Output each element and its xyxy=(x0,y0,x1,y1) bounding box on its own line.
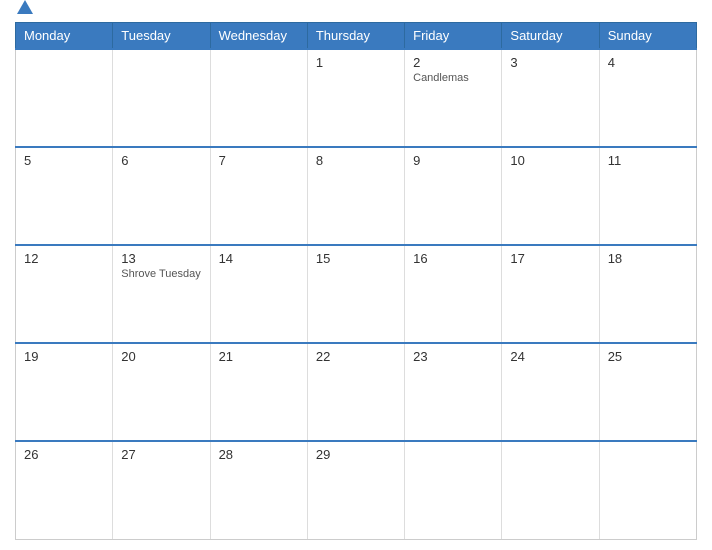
calendar-week-row: 12 13 Shrove Tuesday 14 15 16 17 18 xyxy=(16,245,697,343)
day-number: 3 xyxy=(510,55,590,70)
calendar-week-row: 19 20 21 22 23 24 25 xyxy=(16,343,697,441)
calendar-cell xyxy=(405,441,502,539)
day-number: 18 xyxy=(608,251,688,266)
day-number: 5 xyxy=(24,153,104,168)
calendar-cell: 8 xyxy=(307,147,404,245)
day-number: 29 xyxy=(316,447,396,462)
day-number: 19 xyxy=(24,349,104,364)
weekday-header: Saturday xyxy=(502,23,599,50)
day-number: 15 xyxy=(316,251,396,266)
calendar-cell: 12 xyxy=(16,245,113,343)
calendar-week-row: 5 6 7 8 9 10 11 xyxy=(16,147,697,245)
day-number: 11 xyxy=(608,153,688,168)
calendar-cell: 16 xyxy=(405,245,502,343)
day-number: 2 xyxy=(413,55,493,70)
calendar-cell: 28 xyxy=(210,441,307,539)
calendar-cell: 10 xyxy=(502,147,599,245)
calendar-cell: 11 xyxy=(599,147,696,245)
day-number: 17 xyxy=(510,251,590,266)
day-number: 23 xyxy=(413,349,493,364)
calendar-cell xyxy=(210,49,307,147)
day-number: 14 xyxy=(219,251,299,266)
calendar-cell: 14 xyxy=(210,245,307,343)
calendar-cell: 25 xyxy=(599,343,696,441)
day-number: 25 xyxy=(608,349,688,364)
day-number: 16 xyxy=(413,251,493,266)
calendar-header xyxy=(15,10,697,14)
day-number: 12 xyxy=(24,251,104,266)
calendar-cell: 24 xyxy=(502,343,599,441)
calendar-week-row: 1 2 Candlemas 3 4 xyxy=(16,49,697,147)
calendar-week-row: 26 27 28 29 xyxy=(16,441,697,539)
calendar-cell xyxy=(16,49,113,147)
calendar-cell: 1 xyxy=(307,49,404,147)
calendar-cell: 17 xyxy=(502,245,599,343)
logo-triangle-icon xyxy=(17,0,33,14)
day-number: 7 xyxy=(219,153,299,168)
day-number: 1 xyxy=(316,55,396,70)
day-number: 21 xyxy=(219,349,299,364)
calendar-cell xyxy=(502,441,599,539)
calendar-container: MondayTuesdayWednesdayThursdayFridaySatu… xyxy=(0,0,712,550)
weekday-header: Tuesday xyxy=(113,23,210,50)
weekday-header: Sunday xyxy=(599,23,696,50)
day-number: 26 xyxy=(24,447,104,462)
calendar-cell: 6 xyxy=(113,147,210,245)
holiday-name: Shrove Tuesday xyxy=(121,268,201,280)
calendar-cell: 19 xyxy=(16,343,113,441)
weekday-header: Wednesday xyxy=(210,23,307,50)
logo xyxy=(15,10,33,14)
calendar-cell xyxy=(113,49,210,147)
calendar-cell: 13 Shrove Tuesday xyxy=(113,245,210,343)
day-number: 28 xyxy=(219,447,299,462)
weekday-header: Thursday xyxy=(307,23,404,50)
calendar-cell: 2 Candlemas xyxy=(405,49,502,147)
calendar-cell: 15 xyxy=(307,245,404,343)
day-number: 10 xyxy=(510,153,590,168)
weekday-header: Monday xyxy=(16,23,113,50)
day-number: 6 xyxy=(121,153,201,168)
holiday-name: Candlemas xyxy=(413,72,493,84)
calendar-header-row: MondayTuesdayWednesdayThursdayFridaySatu… xyxy=(16,23,697,50)
weekday-header: Friday xyxy=(405,23,502,50)
calendar-cell: 22 xyxy=(307,343,404,441)
calendar-cell: 18 xyxy=(599,245,696,343)
day-number: 22 xyxy=(316,349,396,364)
calendar-cell xyxy=(599,441,696,539)
day-number: 4 xyxy=(608,55,688,70)
calendar-cell: 29 xyxy=(307,441,404,539)
calendar-cell: 5 xyxy=(16,147,113,245)
calendar-table: MondayTuesdayWednesdayThursdayFridaySatu… xyxy=(15,22,697,540)
calendar-cell: 20 xyxy=(113,343,210,441)
calendar-cell: 26 xyxy=(16,441,113,539)
calendar-cell: 4 xyxy=(599,49,696,147)
calendar-cell: 21 xyxy=(210,343,307,441)
day-number: 27 xyxy=(121,447,201,462)
day-number: 20 xyxy=(121,349,201,364)
calendar-cell: 27 xyxy=(113,441,210,539)
day-number: 8 xyxy=(316,153,396,168)
calendar-cell: 9 xyxy=(405,147,502,245)
day-number: 9 xyxy=(413,153,493,168)
day-number: 24 xyxy=(510,349,590,364)
calendar-body: 12Candlemas345678910111213Shrove Tuesday… xyxy=(16,49,697,540)
calendar-cell: 23 xyxy=(405,343,502,441)
calendar-cell: 7 xyxy=(210,147,307,245)
day-number: 13 xyxy=(121,251,201,266)
calendar-cell: 3 xyxy=(502,49,599,147)
